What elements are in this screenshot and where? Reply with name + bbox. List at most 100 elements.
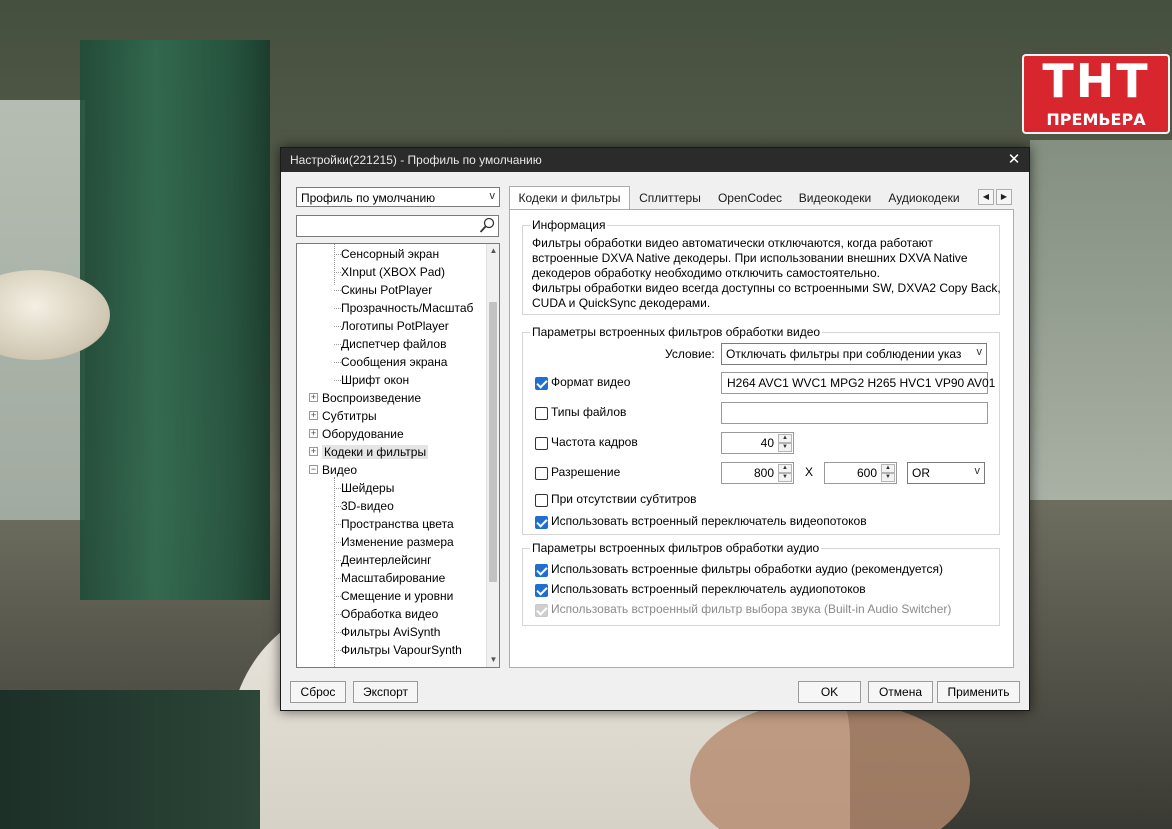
tab-opencodec[interactable]: OpenCodec <box>712 188 788 208</box>
tree-item[interactable]: Шрифт окон <box>341 371 409 389</box>
audio-filters-checkbox[interactable] <box>535 564 548 577</box>
frame-rate-spinner[interactable]: 40 ▲ ▼ <box>721 432 794 454</box>
spin-down-icon[interactable]: ▼ <box>778 473 792 482</box>
search-icon[interactable] <box>479 217 495 234</box>
frame-rate-checkbox[interactable] <box>535 437 548 450</box>
spin-up-icon[interactable]: ▲ <box>778 434 792 443</box>
video-switcher-label[interactable]: Использовать встроенный переключатель ви… <box>551 514 867 528</box>
tab-prev-icon[interactable]: ◀ <box>978 189 994 205</box>
tree-item-label: Воспроизведение <box>322 391 422 405</box>
spin-down-icon[interactable]: ▼ <box>881 473 895 482</box>
condition-select-value: Отключать фильтры при соблюдении указ <box>726 347 962 361</box>
tree-item-label: Обработка видео <box>341 607 439 621</box>
profile-select[interactable]: Профиль по умолчанию v <box>296 187 500 207</box>
frame-rate-label[interactable]: Частота кадров <box>551 435 638 449</box>
scroll-down-icon[interactable]: ▼ <box>487 653 499 667</box>
ok-button[interactable]: OK <box>798 681 861 703</box>
expand-icon[interactable]: + <box>309 393 318 402</box>
tree-item[interactable]: Деинтерлейсинг <box>341 551 432 569</box>
tree-item-label: Смещение и уровни <box>341 589 454 603</box>
tree-item[interactable]: Сенсорный экран <box>341 245 439 263</box>
file-types-input[interactable] <box>721 402 988 424</box>
tree-item[interactable]: Скины PotPlayer <box>341 281 432 299</box>
tree-item[interactable]: 3D-видео <box>341 497 394 515</box>
resolution-width-spinner[interactable]: 800 ▲ ▼ <box>721 462 794 484</box>
audio-group-caption: Параметры встроенных фильтров обработки … <box>530 541 822 555</box>
tree-item[interactable]: Изменение размера <box>341 533 454 551</box>
tree-item-label: Сенсорный экран <box>341 247 440 261</box>
tree-item[interactable]: Логотипы PotPlayer <box>341 317 449 335</box>
apply-button[interactable]: Применить <box>937 681 1020 703</box>
condition-select[interactable]: Отключать фильтры при соблюдении указ v <box>721 343 987 365</box>
tree-item[interactable]: + Субтитры <box>301 407 377 425</box>
tree-item[interactable]: Диспетчер файлов <box>341 335 446 353</box>
tree-item[interactable]: Фильтры VapourSynth <box>341 641 462 659</box>
chevron-down-icon: v <box>974 465 981 477</box>
video-format-label[interactable]: Формат видео <box>551 375 630 389</box>
resolution-height-spinner[interactable]: 600 ▲ ▼ <box>824 462 897 484</box>
tree-item[interactable]: Прозрачность/Масштаб <box>341 299 473 317</box>
video-format-value: H264 AVC1 WVC1 MPG2 H265 HVC1 VP90 AV01 <box>727 376 996 390</box>
tab-next-icon[interactable]: ▶ <box>996 189 1012 205</box>
builtin-audio-switcher-label: Использовать встроенный фильтр выбора зв… <box>551 602 952 616</box>
condition-label: Условие: <box>665 347 715 361</box>
channel-logo: ТНТ ПРЕМЬЕРА <box>1022 54 1170 134</box>
resolution-width-value: 800 <box>753 466 774 480</box>
tree-item[interactable]: Смещение и уровни <box>341 587 453 605</box>
tree-item-label: Скины PotPlayer <box>341 283 433 297</box>
tab-audio-codecs[interactable]: Аудиокодеки <box>883 188 965 208</box>
file-types-label[interactable]: Типы файлов <box>551 405 626 419</box>
scroll-up-icon[interactable]: ▲ <box>487 244 499 258</box>
tab-splitters[interactable]: Сплиттеры <box>634 188 706 208</box>
resolution-operator-value: OR <box>912 466 930 480</box>
audio-switcher-checkbox[interactable] <box>535 584 548 597</box>
tab-codecs-filters[interactable]: Кодеки и фильтры <box>509 186 630 210</box>
expand-icon[interactable]: + <box>309 429 318 438</box>
spin-up-icon[interactable]: ▲ <box>778 464 792 473</box>
video-format-input[interactable]: H264 AVC1 WVC1 MPG2 H265 HVC1 VP90 AV01 <box>721 372 995 394</box>
tree-item-label: Изменение размера <box>341 535 454 549</box>
expand-icon[interactable]: + <box>309 411 318 420</box>
spin-up-icon[interactable]: ▲ <box>881 464 895 473</box>
tree-item[interactable]: Фильтры AviSynth <box>341 623 440 641</box>
tree-item[interactable]: + Оборудование <box>301 425 404 443</box>
tree-item[interactable]: Шейдеры <box>341 479 394 497</box>
no-subtitles-checkbox[interactable] <box>535 494 548 507</box>
tree-item[interactable]: + Воспроизведение <box>301 389 421 407</box>
resolution-label[interactable]: Разрешение <box>551 465 620 479</box>
collapse-icon[interactable]: − <box>309 465 318 474</box>
tree-item[interactable]: + Кодеки и фильтры <box>301 443 429 461</box>
close-icon[interactable]: ✕ <box>1005 150 1023 170</box>
tree-item[interactable]: Обработка видео <box>341 605 438 623</box>
file-types-checkbox[interactable] <box>535 407 548 420</box>
tree-item-label: Оборудование <box>322 427 404 441</box>
tree-item-label: XInput (XBOX Pad) <box>341 265 446 279</box>
tree-item-label: 3D-видео <box>341 499 394 513</box>
frame-rate-value: 40 <box>760 436 774 450</box>
title-bar[interactable]: Настройки(221215) - Профиль по умолчанию… <box>281 148 1029 172</box>
info-line: Фильтры обработки видео автоматически от… <box>532 236 933 250</box>
audio-filters-label[interactable]: Использовать встроенные фильтры обработк… <box>551 562 943 576</box>
resolution-checkbox[interactable] <box>535 467 548 480</box>
tree-item[interactable]: − Видео <box>301 461 357 479</box>
audio-switcher-label[interactable]: Использовать встроенный переключатель ау… <box>551 582 866 596</box>
tree-scrollbar[interactable]: ▲ ▼ <box>486 244 499 667</box>
no-subtitles-label[interactable]: При отсутствии субтитров <box>551 492 697 506</box>
resolution-operator-select[interactable]: OR v <box>907 462 985 484</box>
scroll-thumb[interactable] <box>489 302 497 582</box>
export-button[interactable]: Экспорт <box>353 681 418 703</box>
tree-item[interactable]: Сообщения экрана <box>341 353 447 371</box>
tree-item[interactable]: Пространства цвета <box>341 515 454 533</box>
video-format-checkbox[interactable] <box>535 377 548 390</box>
tree-item[interactable]: Масштабирование <box>341 569 445 587</box>
tab-panel: Информация Фильтры обработки видео автом… <box>509 209 1014 668</box>
tree-item-label: Субтитры <box>322 409 377 423</box>
expand-icon[interactable]: + <box>309 447 318 456</box>
search-input[interactable] <box>299 217 479 235</box>
reset-button[interactable]: Сброс <box>290 681 346 703</box>
cancel-button[interactable]: Отмена <box>868 681 933 703</box>
video-switcher-checkbox[interactable] <box>535 516 548 529</box>
tab-video-codecs[interactable]: Видеокодеки <box>794 188 876 208</box>
spin-down-icon[interactable]: ▼ <box>778 443 792 452</box>
tree-item[interactable]: XInput (XBOX Pad) <box>341 263 445 281</box>
